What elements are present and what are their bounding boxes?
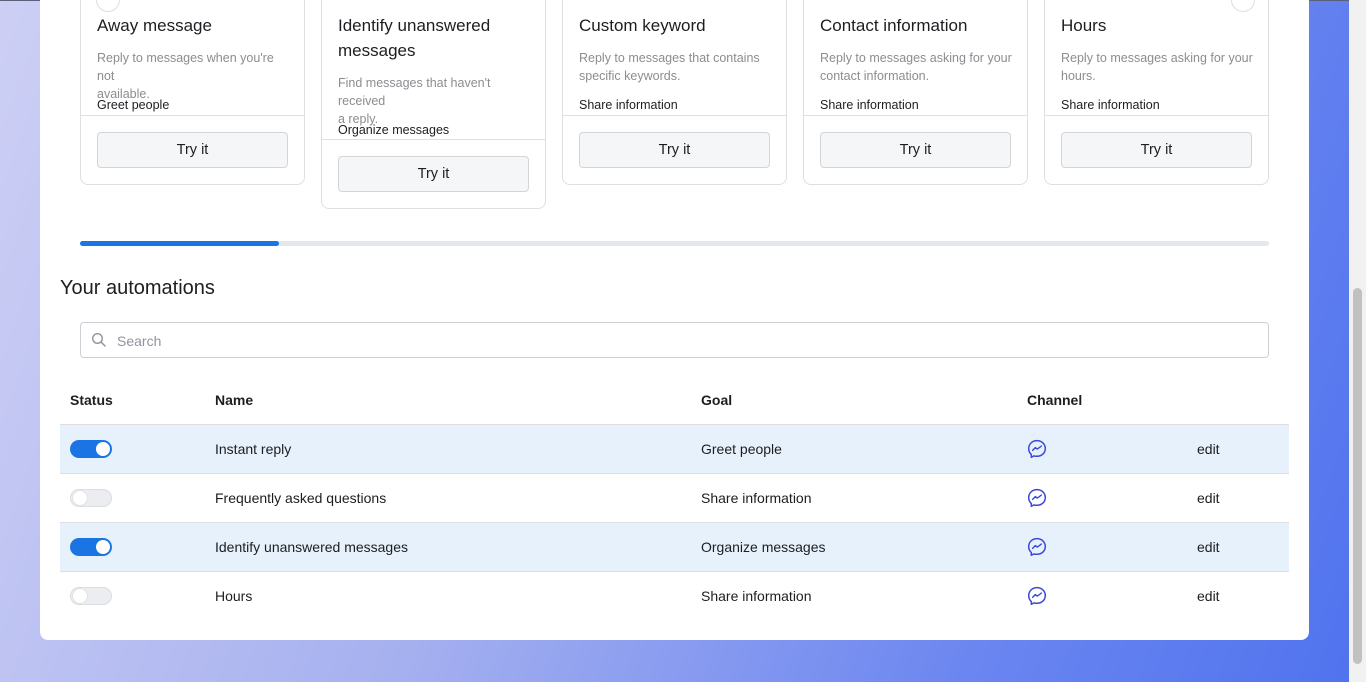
card-description-line: specific keywords.: [579, 69, 681, 83]
try-it-button[interactable]: Try it: [97, 132, 288, 168]
template-card-away-message: Away message Reply to messages when you'…: [80, 0, 305, 185]
card-description: Find messages that haven't received a re…: [338, 74, 534, 128]
card-description: Reply to messages asking for your contac…: [820, 49, 1016, 85]
template-card-identify-unanswered: Identify unanswered messages Find messag…: [321, 0, 546, 209]
toggle-knob: [73, 589, 87, 603]
column-header-status: Status: [70, 392, 113, 408]
carousel-progress-fill: [80, 241, 279, 246]
card-circle-icon: [1231, 0, 1255, 12]
status-toggle[interactable]: [70, 440, 112, 458]
toggle-knob: [96, 442, 110, 456]
automation-name: Hours: [215, 588, 253, 604]
card-title: Identify unanswered messages: [338, 13, 490, 63]
automation-goal: Greet people: [701, 441, 782, 457]
edit-link[interactable]: edit: [1197, 523, 1220, 571]
table-row: Instant reply Greet people edit: [60, 424, 1289, 473]
search-icon: [91, 332, 106, 347]
section-title: Your automations: [60, 277, 215, 299]
table-row: Hours Share information edit: [60, 571, 1289, 620]
messenger-icon[interactable]: [1027, 586, 1047, 606]
card-divider: [81, 115, 304, 116]
template-card-hours: Hours Reply to messages asking for your …: [1044, 0, 1269, 185]
try-it-button[interactable]: Try it: [820, 132, 1011, 168]
status-toggle[interactable]: [70, 489, 112, 507]
card-goal: Greet people: [97, 98, 170, 112]
edit-link[interactable]: edit: [1197, 425, 1220, 473]
card-title-line: messages: [338, 41, 416, 60]
card-title: Hours: [1061, 16, 1107, 35]
card-description-line: hours.: [1061, 69, 1096, 83]
card-divider: [322, 139, 545, 140]
card-description-line: Find messages that haven't received: [338, 76, 491, 108]
table-row: Frequently asked questions Share informa…: [60, 473, 1289, 522]
table-row: Identify unanswered messages Organize me…: [60, 522, 1289, 571]
search-input[interactable]: [115, 323, 1259, 359]
toggle-knob: [73, 491, 87, 505]
card-description: Reply to messages when you're not availa…: [97, 49, 293, 103]
automation-goal: Organize messages: [701, 539, 826, 555]
template-card-contact-information: Contact information Reply to messages as…: [803, 0, 1028, 185]
card-goal: Organize messages: [338, 123, 450, 137]
card-divider: [804, 115, 1027, 116]
card-goal: Share information: [579, 98, 678, 112]
messenger-icon[interactable]: [1027, 488, 1047, 508]
automation-name: Instant reply: [215, 441, 292, 457]
edit-link[interactable]: edit: [1197, 572, 1220, 620]
card-goal: Share information: [1061, 98, 1160, 112]
scrollbar-thumb[interactable]: [1353, 288, 1362, 664]
messenger-icon[interactable]: [1027, 439, 1047, 459]
column-header-channel: Channel: [1027, 392, 1083, 408]
try-it-button[interactable]: Try it: [338, 156, 529, 192]
card-divider: [563, 115, 786, 116]
card-description-line: contact information.: [820, 69, 930, 83]
card-divider: [1045, 115, 1268, 116]
status-toggle[interactable]: [70, 538, 112, 556]
template-card-custom-keyword: Custom keyword Reply to messages that co…: [562, 0, 787, 185]
card-description-line: Reply to messages asking for your: [820, 51, 1012, 65]
automations-panel: Away message Reply to messages when you'…: [40, 0, 1309, 640]
card-title: Custom keyword: [579, 16, 706, 35]
automation-goal: Share information: [701, 588, 812, 604]
automation-name: Identify unanswered messages: [215, 539, 408, 555]
try-it-button[interactable]: Try it: [1061, 132, 1252, 168]
search-box[interactable]: [80, 322, 1269, 359]
toggle-knob: [96, 540, 110, 554]
automation-name: Frequently asked questions: [215, 490, 387, 506]
card-description-line: Reply to messages when you're not: [97, 51, 274, 83]
card-description-line: Reply to messages that contains: [579, 51, 760, 65]
card-circle-icon: [96, 0, 120, 12]
automation-goal: Share information: [701, 490, 812, 506]
status-toggle[interactable]: [70, 587, 112, 605]
page-scrollbar[interactable]: [1349, 0, 1366, 682]
carousel-progress-track[interactable]: [80, 241, 1269, 246]
card-title: Away message: [97, 16, 212, 35]
card-title-line: Identify unanswered: [338, 16, 491, 35]
messenger-icon[interactable]: [1027, 537, 1047, 557]
column-header-goal: Goal: [701, 392, 733, 408]
card-description-line: Reply to messages asking for your: [1061, 51, 1253, 65]
card-title: Contact information: [820, 16, 968, 35]
try-it-button[interactable]: Try it: [579, 132, 770, 168]
card-goal: Share information: [820, 98, 919, 112]
column-header-name: Name: [215, 392, 254, 408]
card-description: Reply to messages that contains specific…: [579, 49, 775, 85]
card-description: Reply to messages asking for your hours.: [1061, 49, 1257, 85]
edit-link[interactable]: edit: [1197, 474, 1220, 522]
